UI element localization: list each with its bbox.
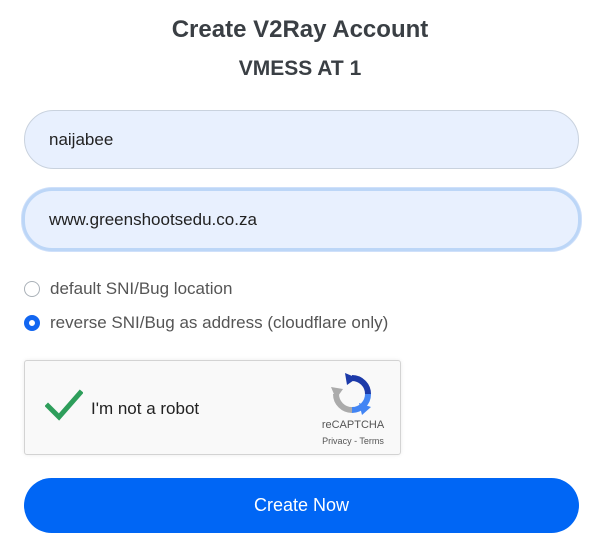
- radio-button-unchecked[interactable]: [24, 281, 40, 297]
- page-title: Create V2Ray Account: [171, 16, 429, 43]
- radio-label-reverse-sni: reverse SNI/Bug as address (cloudflare o…: [50, 313, 389, 332]
- radio-label-default-sni: default SNI/Bug location: [50, 279, 233, 298]
- radio-option-default-sni[interactable]: default SNI/Bug location: [24, 279, 232, 299]
- checkmark-icon[interactable]: [45, 389, 83, 421]
- recaptcha-widget: I'm not a robot reCAPTCHA Privacy - Term…: [24, 360, 401, 455]
- privacy-link[interactable]: Privacy: [322, 436, 352, 446]
- username-input[interactable]: [24, 110, 579, 169]
- recaptcha-links: Privacy - Terms: [305, 436, 401, 446]
- captcha-label: I'm not a robot: [91, 399, 200, 418]
- page-subtitle: VMESS AT 1: [238, 57, 362, 80]
- radio-button-checked[interactable]: [24, 315, 40, 331]
- radio-option-reverse-sni[interactable]: reverse SNI/Bug as address (cloudflare o…: [24, 313, 388, 333]
- recaptcha-logo-icon: [331, 373, 371, 415]
- recaptcha-brand: reCAPTCHA: [321, 419, 385, 431]
- terms-link[interactable]: Terms: [359, 436, 384, 446]
- create-now-button[interactable]: Create Now: [24, 478, 579, 533]
- sni-input[interactable]: [22, 188, 581, 251]
